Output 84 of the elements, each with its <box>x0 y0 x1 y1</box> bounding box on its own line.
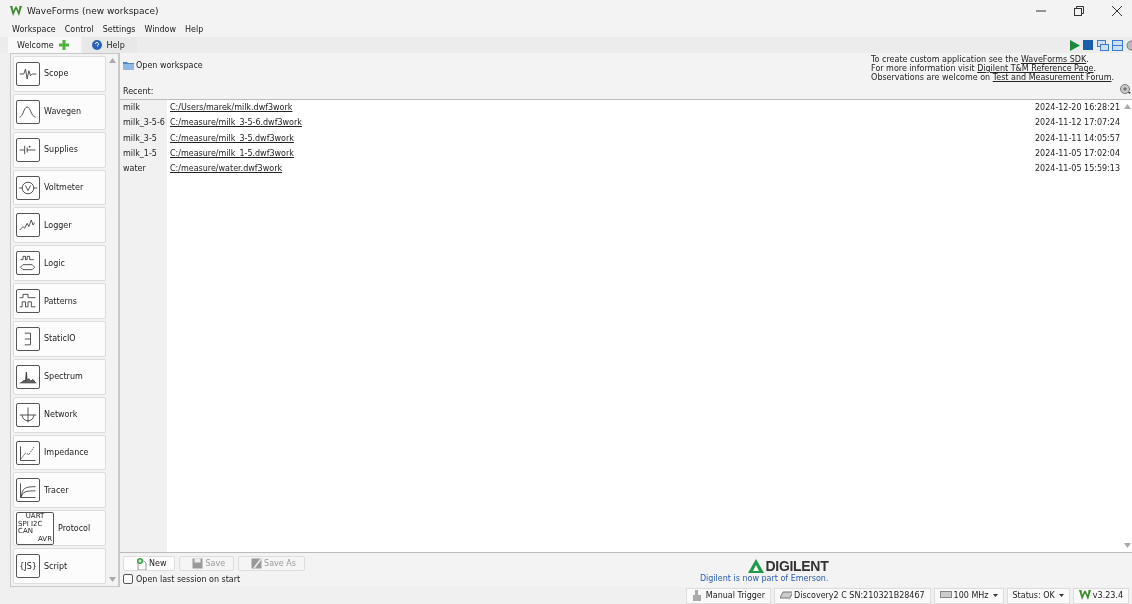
instrument-button[interactable]: Tracer <box>13 472 106 509</box>
table-cell: milk_3-5-6 <box>120 115 167 131</box>
instrument-button[interactable]: Logger <box>13 207 106 244</box>
scroll-down-icon <box>108 577 116 582</box>
menu-item[interactable]: Help <box>185 25 204 34</box>
dropdown-arrow-icon <box>992 594 998 597</box>
script-icon: {JS} <box>16 554 40 579</box>
instrument-button[interactable]: Patterns <box>13 283 106 319</box>
stop-icon <box>1083 39 1094 51</box>
spectrum-icon <box>16 364 40 389</box>
dropdown-arrow-icon <box>1058 594 1064 597</box>
network-icon <box>16 402 40 427</box>
info-text: Observations are welcome on Test and Measurement Forum. <box>871 73 1114 82</box>
table-cell: milk <box>120 100 167 116</box>
triangle-logo-icon <box>748 558 765 573</box>
folder-icon <box>123 60 134 70</box>
scroll-down-icon <box>1123 543 1131 548</box>
cascade-windows-icon <box>1097 39 1109 51</box>
supplies-icon <box>16 137 40 162</box>
file-link[interactable]: C:/Users/marek/milk.dwf3work <box>167 103 293 113</box>
instrument-button[interactable]: Spectrum <box>13 358 106 395</box>
instrument-button[interactable]: Impedance <box>13 434 106 471</box>
instrument-button[interactable]: {JS} Script <box>13 548 106 585</box>
tab[interactable]: Help <box>82 37 137 53</box>
file-link[interactable]: C:/measure/milk_1-5.dwf3work <box>167 149 294 159</box>
file-link[interactable]: C:/measure/milk_3-5-6.dwf3work <box>167 118 302 128</box>
close-icon <box>1112 6 1122 16</box>
open-workspace-button[interactable]: Open workspace <box>123 60 203 70</box>
menu-item[interactable]: Control <box>64 25 94 34</box>
table-cell: water <box>120 161 167 177</box>
logo-name: DIGILENT <box>765 557 829 574</box>
scroll-up-icon <box>108 58 116 63</box>
plus-icon <box>58 40 69 50</box>
logo-tagline: Digilent is now part of Emerson. <box>699 573 829 583</box>
wavegen-icon <box>16 99 40 124</box>
file-link[interactable]: C:/measure/water.dwf3work <box>167 164 283 174</box>
help-icon <box>91 40 102 50</box>
info-text: For more information visit Digilent T&M Reference Page. <box>871 64 1097 73</box>
scroll-up-icon <box>1123 104 1131 109</box>
tracer-icon <box>16 478 40 503</box>
run-icon <box>1069 39 1080 51</box>
checkbox-label: Open last session on start <box>136 574 241 584</box>
tile-windows-icon <box>1112 39 1123 51</box>
patterns-icon <box>16 289 40 314</box>
status-item[interactable]: Discovery2 C SN:210321B28467 <box>774 587 931 604</box>
app-logo-icon <box>10 6 22 16</box>
instrument-button[interactable]: Logic <box>13 245 106 282</box>
scope-icon <box>16 61 40 86</box>
restore-icon <box>1074 6 1084 16</box>
instrument-button[interactable]: Wavegen <box>13 93 106 130</box>
menu-item[interactable]: Settings <box>102 25 136 34</box>
table-cell-text: 2024-11-12 17:07:24 <box>1035 118 1121 128</box>
disk-icon <box>251 557 263 570</box>
instrument-button[interactable]: StaticIO <box>13 321 106 357</box>
file-link[interactable]: C:/measure/milk_3-5.dwf3work <box>167 133 294 143</box>
tab[interactable]: Welcome <box>8 37 81 53</box>
new-button[interactable]: New <box>123 556 176 571</box>
checkbox[interactable] <box>123 574 133 584</box>
status-item[interactable]: Status: OK <box>1006 587 1070 604</box>
status-item: v3.23.4 <box>1072 587 1129 604</box>
recent-label: Recent: <box>123 87 155 96</box>
instrument-button[interactable]: Scope <box>13 56 106 92</box>
instrument-button[interactable]: Network <box>13 396 106 433</box>
logic-icon <box>16 251 40 276</box>
voltmeter-icon <box>16 175 40 200</box>
table-cell-text: 2024-11-11 14:05:57 <box>1035 133 1121 143</box>
table-cell-text: 2024-11-05 17:02:04 <box>1035 149 1121 159</box>
device-icon <box>780 590 793 601</box>
staticio-icon <box>16 326 40 351</box>
table-cell-text: 2024-12-20 16:28:21 <box>1035 103 1121 113</box>
logger-icon <box>16 213 40 238</box>
info-text: To create custom application see the WaveForms SDK. <box>871 55 1089 64</box>
gear-menu-icon <box>1120 84 1131 94</box>
new-file-icon <box>136 557 147 570</box>
instrument-button[interactable]: Voltmeter <box>13 169 106 206</box>
menu-item[interactable]: Window <box>144 25 176 34</box>
instrument-button[interactable]: Supplies <box>13 131 106 168</box>
window-title: WaveForms (new workspace) <box>27 6 159 16</box>
status-item[interactable]: Manual Trigger <box>685 587 772 604</box>
table-cell-text: 2024-11-05 15:59:13 <box>1035 164 1121 174</box>
app-logo-icon <box>1078 590 1091 601</box>
menu-item[interactable]: Workspace <box>12 25 56 34</box>
status-item[interactable]: 100 MHz <box>933 587 1004 604</box>
impedance-icon <box>16 440 40 465</box>
